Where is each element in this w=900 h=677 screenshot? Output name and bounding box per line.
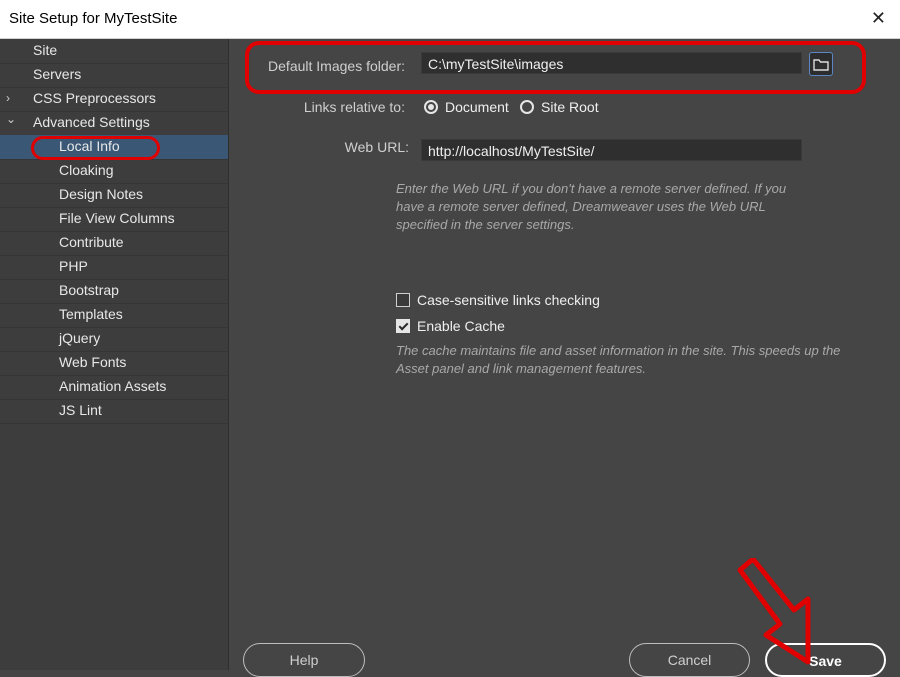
sidebar-item-label: Cloaking [59,162,114,178]
chevron-right-icon[interactable]: › [6,87,10,110]
sidebar-item-label: Site [33,42,58,58]
sidebar-item-label: Advanced Settings [33,114,150,130]
sidebar-item-animation-assets[interactable]: Animation Assets [0,375,228,400]
enable-cache-checkbox[interactable] [396,319,410,333]
case-sensitive-label: Case-sensitive links checking [417,292,600,308]
web-url-help-text: Enter the Web URL if you don't have a re… [396,181,787,232]
arrow-annotation-icon [737,558,811,665]
sidebar-item-css-preprocessors[interactable]: › CSS Preprocessors [0,87,228,112]
case-sensitive-checkbox[interactable] [396,293,410,307]
help-button[interactable]: Help [243,643,365,677]
sidebar-item-label: PHP [59,258,88,274]
sidebar-item-label: Servers [33,66,82,82]
sidebar-item-label: CSS Preprocessors [33,90,156,106]
sidebar-item-site[interactable]: Site [0,39,228,64]
category-sidebar: Site Servers › CSS Preprocessors ⌄ Advan… [0,39,229,670]
enable-cache-label: Enable Cache [417,318,505,334]
chevron-down-icon[interactable]: ⌄ [6,108,16,131]
sidebar-item-label: Design Notes [59,186,144,202]
sidebar-item-design-notes[interactable]: Design Notes [0,183,228,208]
sidebar-item-php[interactable]: PHP [0,255,228,280]
local-info-highlight [31,136,160,160]
sidebar-item-label: JS Lint [59,402,102,418]
sidebar-item-label: jQuery [59,330,101,346]
sidebar-item-label: Bootstrap [59,282,119,298]
sidebar-item-js-lint[interactable]: JS Lint [0,399,228,424]
sidebar-item-label: File View Columns [59,210,175,226]
web-url-field[interactable]: http://localhost/MyTestSite/ [421,139,802,161]
sidebar-item-file-view-columns[interactable]: File View Columns [0,207,228,232]
sidebar-item-label: Web Fonts [59,354,127,370]
sidebar-item-label: Animation Assets [59,378,167,394]
sidebar-item-bootstrap[interactable]: Bootstrap [0,279,228,304]
sidebar-item-contribute[interactable]: Contribute [0,231,228,256]
web-url-label: Web URL: [344,139,409,155]
sidebar-item-advanced-settings[interactable]: ⌄ Advanced Settings [0,111,228,136]
sidebar-item-servers[interactable]: Servers [0,63,228,88]
site-root-option-label: Site Root [541,99,599,115]
document-option-label: Document [445,99,509,115]
document-radio[interactable] [424,100,438,114]
site-root-radio[interactable] [520,100,534,114]
sidebar-item-label: Templates [59,306,123,322]
cache-help-text: The cache maintains file and asset infor… [396,343,841,376]
sidebar-item-web-fonts[interactable]: Web Fonts [0,351,228,376]
links-relative-label: Links relative to: [303,99,405,115]
title-bar: Site Setup for MyTestSite ✕ [0,0,900,39]
close-icon[interactable]: ✕ [871,9,886,27]
images-folder-highlight [245,41,866,94]
sidebar-item-label: Contribute [59,234,124,250]
sidebar-item-cloaking[interactable]: Cloaking [0,159,228,184]
window-title: Site Setup for MyTestSite [9,10,178,27]
sidebar-item-jquery[interactable]: jQuery [0,327,228,352]
sidebar-item-templates[interactable]: Templates [0,303,228,328]
